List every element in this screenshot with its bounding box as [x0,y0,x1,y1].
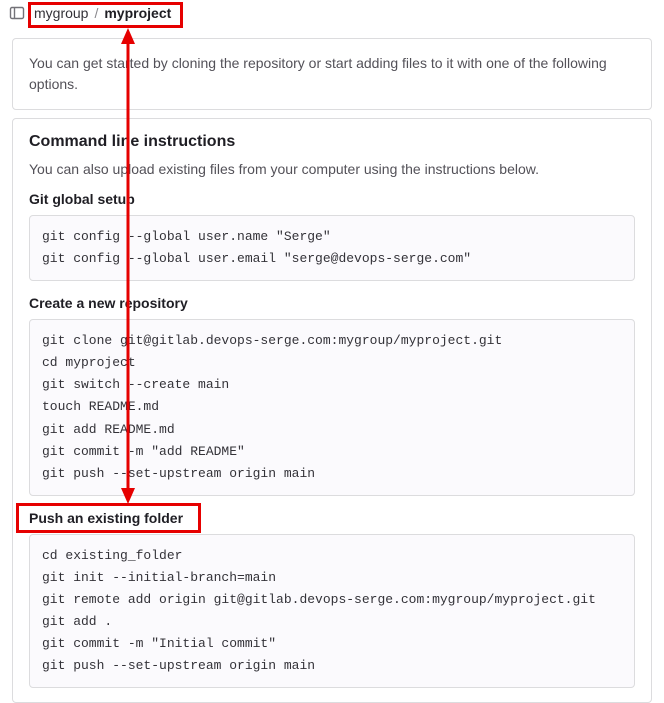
intro-panel: You can get started by cloning the repos… [12,38,652,110]
push-existing-code: cd existing_folder git init --initial-br… [29,534,635,689]
breadcrumb-group-link[interactable]: mygroup [34,5,88,21]
git-global-setup-title: Git global setup [29,191,635,207]
cli-subtext: You can also upload existing files from … [29,161,635,177]
git-global-setup-code: git config --global user.name "Serge" gi… [29,215,635,281]
create-repo-code: git clone git@gitlab.devops-serge.com:my… [29,319,635,496]
push-existing-title: Push an existing folder [29,510,635,526]
cli-instructions-panel: Command line instructions You can also u… [12,118,652,703]
breadcrumb: mygroup / myproject [34,5,171,21]
cli-heading: Command line instructions [29,133,635,151]
breadcrumb-separator: / [94,5,98,21]
breadcrumb-project-link[interactable]: myproject [104,5,171,21]
intro-text: You can get started by cloning the repos… [29,53,635,95]
sidebar-toggle-icon[interactable] [8,4,26,22]
create-repo-title: Create a new repository [29,295,635,311]
